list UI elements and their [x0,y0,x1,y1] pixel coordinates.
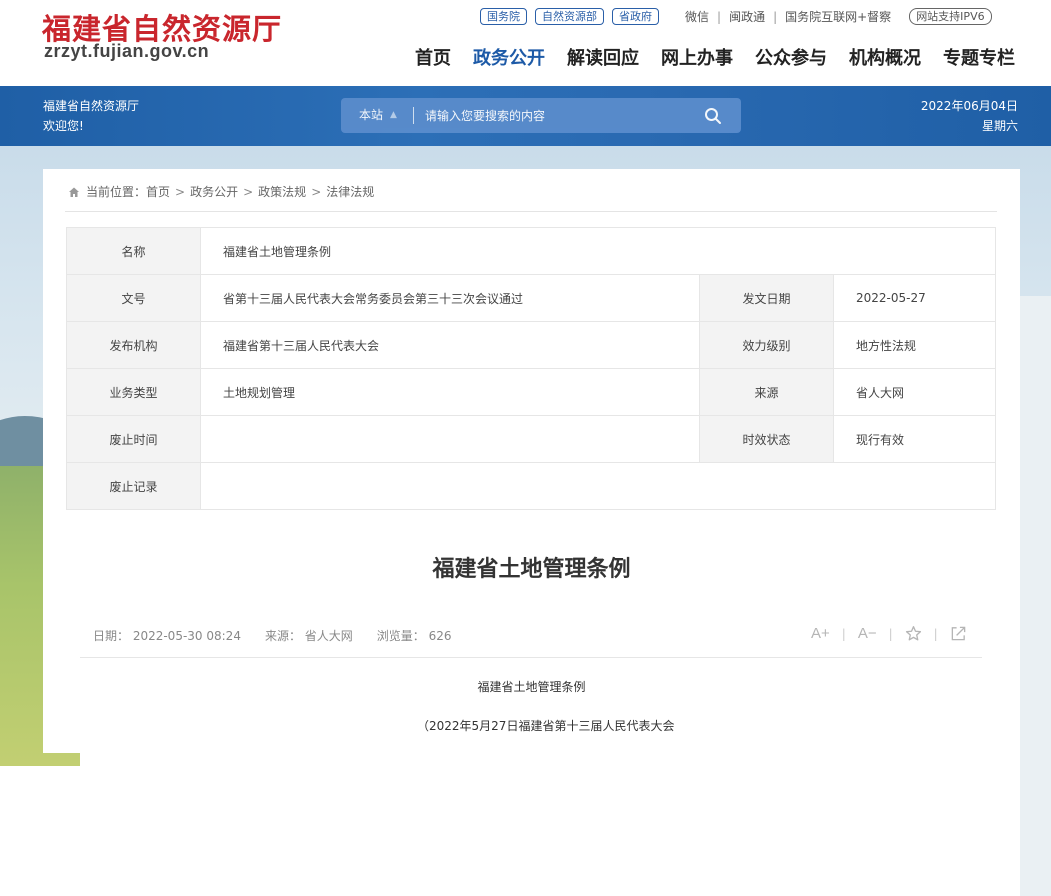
issuing-org-value: 福建省第十三届人民代表大会 [200,321,700,369]
business-type-value: 土地规划管理 [200,368,700,416]
divider: | [717,9,722,24]
breadcrumb-home[interactable]: 首页 [146,183,170,200]
date-display: 2022年06月04日 星期六 [921,96,1018,136]
business-type-label: 业务类型 [66,368,201,416]
article-body-title: 福建省土地管理条例 [477,680,586,694]
abolish-time-label: 废止时间 [66,415,201,463]
validity-status-label: 时效状态 [699,415,834,463]
breadcrumb-government-affairs[interactable]: 政务公开 [190,183,238,200]
table-row: 发布机构 福建省第十三届人民代表大会 效力级别 地方性法规 [66,321,996,369]
table-row: 文号 省第十三届人民代表大会常务委员会第三十三次会议通过 发文日期 2022-0… [66,274,996,322]
link-ministry-natural-resources[interactable]: 自然资源部 [535,8,604,25]
nav-interpretation[interactable]: 解读回应 [567,44,639,70]
breadcrumb-separator: > [243,184,254,199]
top-links: 国务院 自然资源部 省政府 微信 | 闽政通 | 国务院互联网+督察 网站支持I… [480,8,992,25]
nav-organization[interactable]: 机构概况 [849,44,921,70]
breadcrumb: 当前位置： 首页 > 政务公开 > 政策法规 > 法律法规 [68,183,374,200]
doc-number-value: 省第十三届人民代表大会常务委员会第三十三次会议通过 [200,274,700,322]
divider: | [888,626,893,641]
issue-date-label: 发文日期 [699,274,834,322]
article-title: 福建省土地管理条例 [432,557,631,582]
divider: | [933,626,938,641]
nav-home[interactable]: 首页 [415,44,451,70]
welcome-text: 福建省自然资源厅 欢迎您! [43,96,139,136]
link-provincial-government[interactable]: 省政府 [612,8,659,25]
current-weekday: 星期六 [981,119,1018,133]
breadcrumb-laws[interactable]: 法律法规 [326,183,374,200]
link-wechat[interactable]: 微信 [685,8,709,25]
breadcrumb-policies[interactable]: 政策法规 [258,183,306,200]
chevron-down-icon[interactable]: ▲ [390,98,397,133]
name-value: 福建省土地管理条例 [200,227,996,275]
source-label: 来源 [699,368,834,416]
ipv6-badge: 网站支持IPV6 [909,8,992,25]
validity-status-value: 现行有效 [833,415,996,463]
site-domain: zrzyt.fujian.gov.cn [44,41,210,61]
abolish-record-label: 废止记录 [66,462,201,510]
divider [413,107,414,124]
effect-level-label: 效力级别 [699,321,834,369]
abolish-time-value [200,415,700,463]
star-icon[interactable] [905,625,922,642]
welcome-org: 福建省自然资源厅 [43,99,140,113]
main-nav: 首页 政务公开 解读回应 网上办事 公众参与 机构概况 专题专栏 [415,44,1015,70]
nav-special-topics[interactable]: 专题专栏 [943,44,1015,70]
nav-public-participation[interactable]: 公众参与 [755,44,827,70]
table-row: 业务类型 土地规划管理 来源 省人大网 [66,368,996,416]
search-icon[interactable] [704,107,722,125]
effect-level-value: 地方性法规 [833,321,996,369]
document-metadata-table: 名称 福建省土地管理条例 文号 省第十三届人民代表大会常务委员会第三十三次会议通… [66,227,996,510]
issue-date-value: 2022-05-27 [833,274,996,322]
home-icon [69,187,79,197]
search-box: 本站 ▲ [341,98,741,133]
link-state-council[interactable]: 国务院 [480,8,527,25]
breadcrumb-prefix: 当前位置： [86,185,147,199]
link-minzhengtong[interactable]: 闽政通 [729,8,765,25]
table-row: 名称 福建省土地管理条例 [66,227,996,275]
breadcrumb-separator: > [175,184,186,199]
article-meta: 日期： 2022-05-30 08:24 来源： 省人大网 浏览量： 626 [93,627,476,644]
font-decrease-button[interactable]: A− [858,625,877,642]
link-internet-supervision[interactable]: 国务院互联网+督察 [785,8,891,25]
article-date: 日期： 2022-05-30 08:24 [93,629,241,643]
article-source: 来源： 省人大网 [264,629,353,643]
nav-government-affairs[interactable]: 政务公开 [473,44,545,70]
search-scope-select[interactable]: 本站 [359,98,383,133]
current-date: 2022年06月04日 [920,99,1018,113]
background-edge [1020,296,1051,896]
doc-number-label: 文号 [66,274,201,322]
name-label: 名称 [66,227,201,275]
article-views: 浏览量： 626 [376,629,452,643]
divider [80,657,982,658]
breadcrumb-separator: > [311,184,322,199]
welcome-greeting: 欢迎您! [43,119,84,133]
abolish-record-value [200,462,996,510]
search-input[interactable] [425,98,695,133]
divider: | [773,9,778,24]
divider: | [841,626,846,641]
nav-online-services[interactable]: 网上办事 [661,44,733,70]
content-card: 当前位置： 首页 > 政务公开 > 政策法规 > 法律法规 名称 福建省土地管理… [43,169,1020,753]
article-body-paragraph: （2022年5月27日福建省第十三届人民代表大会 [417,719,675,733]
table-row: 废止时间 时效状态 现行有效 [66,415,996,463]
welcome-search-bar: 福建省自然资源厅 欢迎您! 本站 ▲ 2022年06月04日 星期六 [0,86,1051,146]
source-value: 省人大网 [833,368,996,416]
issuing-org-label: 发布机构 [66,321,201,369]
font-increase-button[interactable]: A+ [811,625,830,642]
share-icon[interactable] [950,625,967,642]
article-tools: A+ | A− | | [811,625,967,642]
table-row: 废止记录 [66,462,996,510]
site-header: 福建省自然资源厅 zrzyt.fujian.gov.cn 国务院 自然资源部 省… [0,0,1051,86]
divider [65,211,997,212]
